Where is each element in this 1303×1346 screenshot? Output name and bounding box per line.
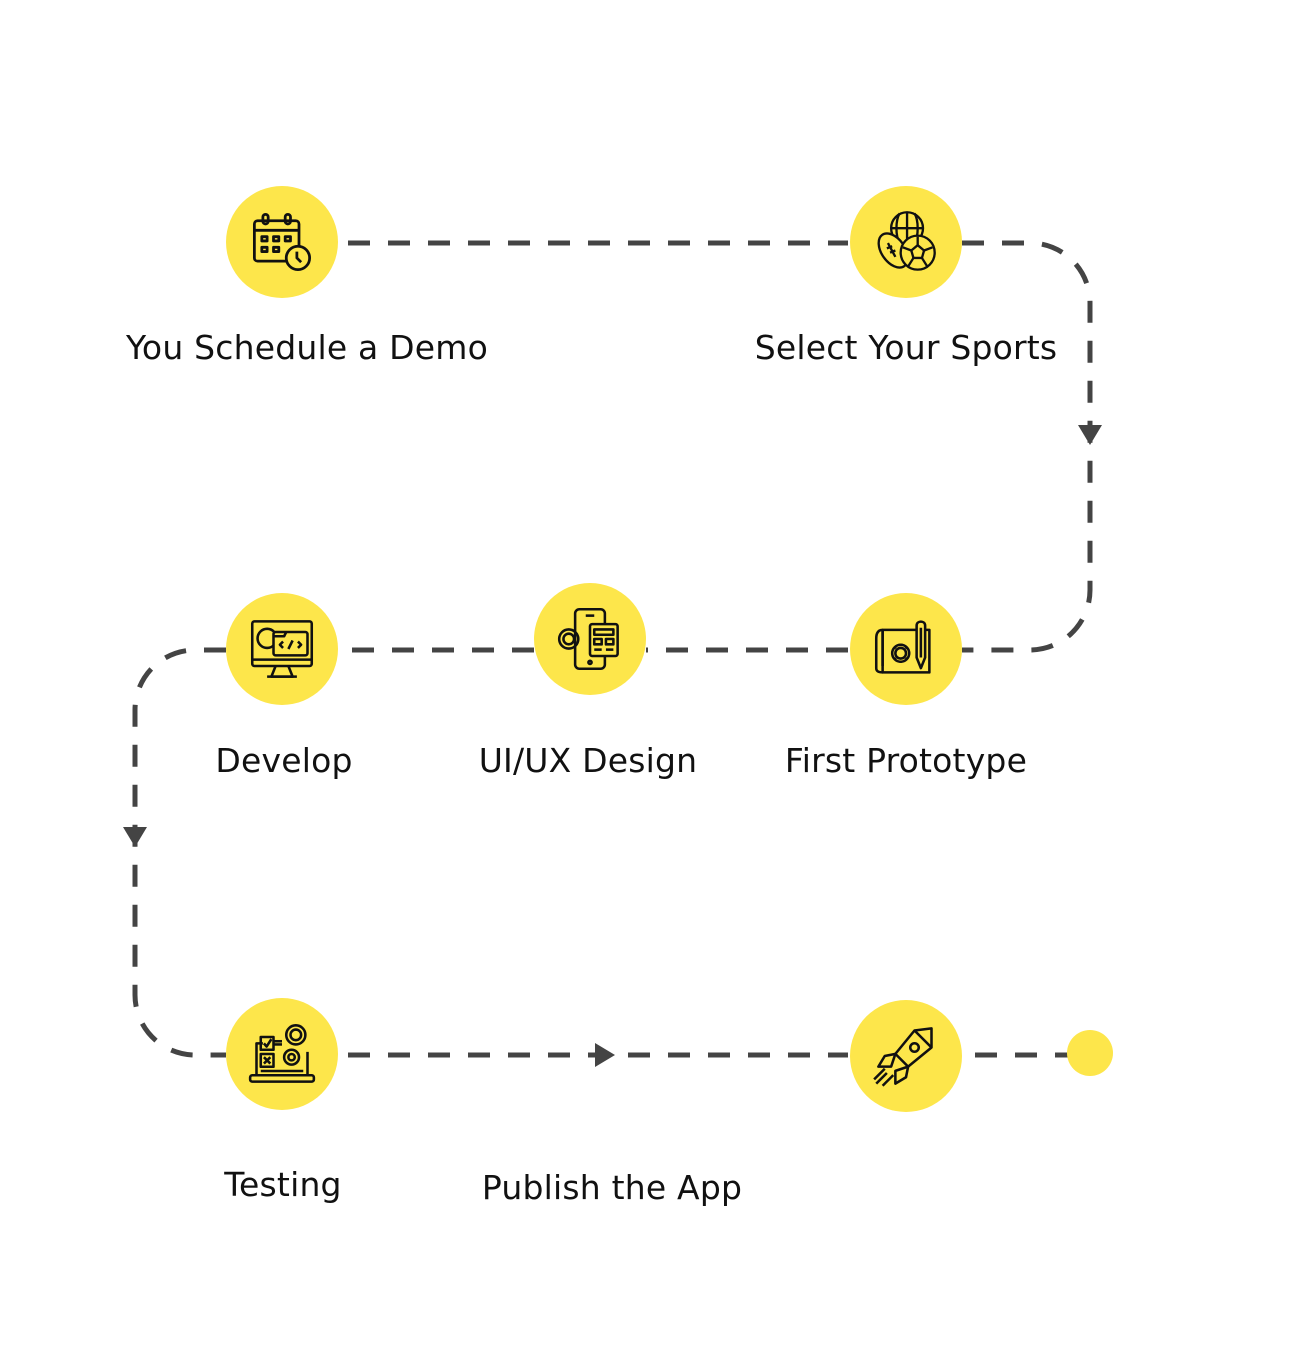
step-label: Select Your Sports [754,328,1058,367]
monitor-code-icon [250,620,314,678]
flow-connector [123,240,1102,1067]
step-node-select-sports [850,186,962,298]
step-node-schedule-demo [226,186,338,298]
mobile-design-gear-icon [557,607,619,671]
connector-row1-curve [962,240,1093,653]
finish-dot [1067,1030,1113,1076]
sports-balls-icon [877,211,936,271]
step-node-publish [850,1000,962,1112]
rocket-icon [873,1027,933,1087]
step-label: Publish the App [481,1168,743,1207]
step-label: UI/UX Design [478,741,698,780]
step-label: Testing [224,1165,342,1204]
step-label: First Prototype [784,741,1028,780]
calendar-clock-icon [252,212,312,272]
connector-left-curve [132,647,226,1058]
laptop-checklist-gears-icon [248,1024,316,1083]
arrow-down-right [1078,425,1102,445]
blueprint-pencil-icon [874,620,931,674]
step-node-first-prototype [850,593,962,705]
step-label: Develop [215,741,353,780]
step-node-develop [226,593,338,705]
arrow-down-left [123,827,147,847]
step-node-ui-ux-design [534,583,646,695]
step-node-testing [226,998,338,1110]
arrow-right-bottom [595,1043,615,1067]
step-label: You Schedule a Demo [125,328,489,367]
